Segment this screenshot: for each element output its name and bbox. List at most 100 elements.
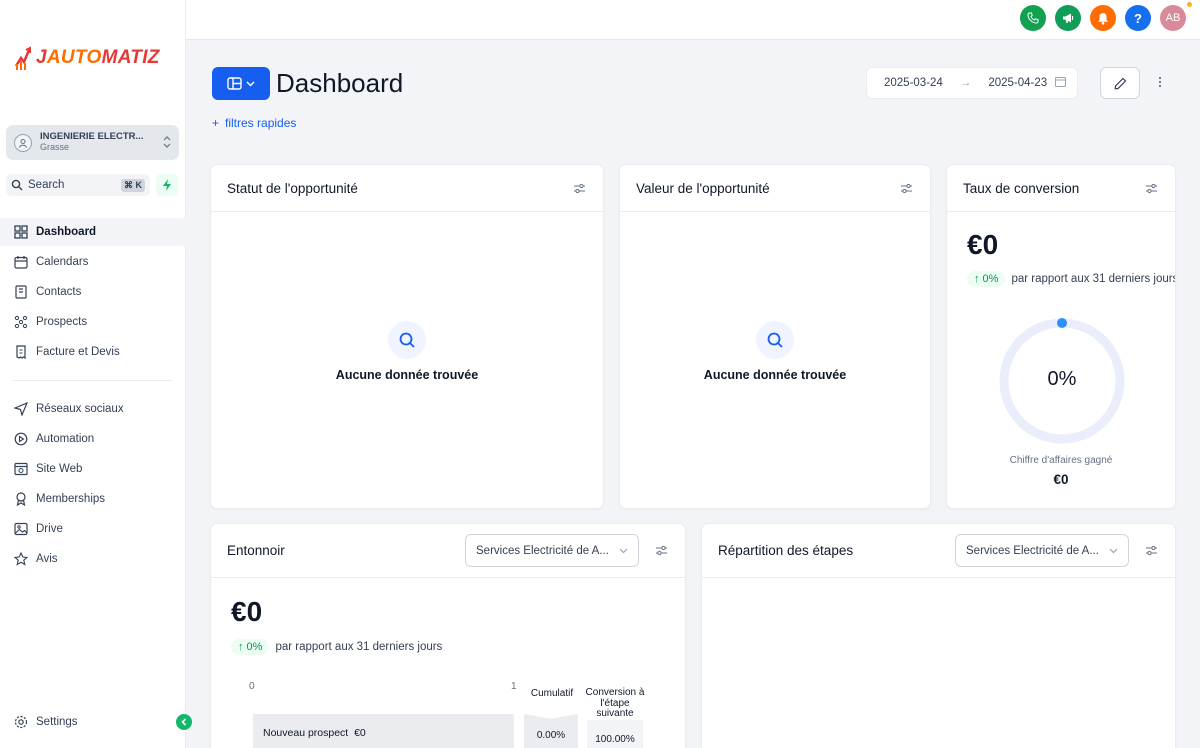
search-empty-icon xyxy=(756,321,794,359)
sidebar-item-label: Prospects xyxy=(36,316,88,328)
logo-j: J xyxy=(36,47,47,68)
pipeline-select-value: Services Electricité de A... xyxy=(966,544,1099,557)
card-settings-button[interactable] xyxy=(1143,180,1159,196)
sidebar-item-label: Contacts xyxy=(36,286,82,298)
account-switcher[interactable]: INGENIERIE ELECTR... Grasse xyxy=(6,125,179,160)
card-title: Taux de conversion xyxy=(963,180,1080,196)
sliders-icon xyxy=(1145,183,1157,193)
sidebar-item-calendars[interactable]: Calendars xyxy=(0,248,186,276)
announcements-button[interactable] xyxy=(1055,5,1081,31)
card-settings-button[interactable] xyxy=(653,543,669,559)
funnel-row-label: Nouveau prospect €0 xyxy=(263,727,366,739)
sidebar-item-dashboard[interactable]: Dashboard xyxy=(0,218,186,246)
sidebar-item-prospects[interactable]: Prospects xyxy=(0,308,186,336)
won-revenue-value: €0 xyxy=(1053,472,1069,487)
chevron-down-icon xyxy=(1109,548,1118,553)
prospects-icon xyxy=(12,314,29,331)
logo-auto: AUTO xyxy=(46,47,102,68)
card-settings-button[interactable] xyxy=(898,180,914,196)
sliders-icon xyxy=(1145,545,1157,556)
question-mark-icon: ? xyxy=(1134,10,1142,26)
funnel-axis-min: 0 xyxy=(249,681,255,692)
card-title: Répartition des étapes xyxy=(718,543,854,558)
quick-filters-button[interactable]: + filtres rapides xyxy=(212,116,296,130)
calendar-icon xyxy=(1055,76,1067,90)
search-icon xyxy=(11,179,23,191)
stage-distribution-card: Répartition des étapes Services Electric… xyxy=(701,523,1176,748)
pipeline-select[interactable]: Services Electricité de A... xyxy=(465,534,639,567)
card-settings-button[interactable] xyxy=(1143,543,1159,559)
account-avatar-icon xyxy=(14,133,32,152)
topbar: ? AB xyxy=(186,0,1200,40)
card-settings-button[interactable] xyxy=(571,180,587,196)
chevron-down-icon xyxy=(619,548,628,553)
funnel-row-conversion: 100.00% xyxy=(595,734,635,745)
status-dot xyxy=(1187,2,1192,7)
sidebar-item-memberships[interactable]: Memberships xyxy=(0,485,186,513)
search-shortcut: ⌘ K xyxy=(121,178,145,192)
funnel-axis-max: 1 xyxy=(511,681,517,692)
date-range-picker[interactable]: 2025-03-24 → 2025-04-23 xyxy=(866,67,1078,99)
sliders-icon xyxy=(900,183,912,193)
chevron-down-icon xyxy=(246,80,255,87)
sidebar-item-drive[interactable]: Drive xyxy=(0,515,186,543)
sidebar-item-label: Settings xyxy=(36,716,78,728)
funnel-card: Entonnoir Services Electricité de A... €… xyxy=(210,523,686,748)
sliders-icon xyxy=(573,183,585,193)
conversion-value: €0 xyxy=(967,229,999,260)
dashboard-switcher-button[interactable] xyxy=(212,67,270,100)
notifications-button[interactable] xyxy=(1090,5,1116,31)
funnel-stage-name: Nouveau prospect xyxy=(263,727,349,739)
contacts-icon xyxy=(12,284,29,301)
brand-logo[interactable]: JAUTOMATIZ xyxy=(14,44,160,72)
sidebar-item-settings[interactable]: Settings xyxy=(0,708,186,736)
logo-matiz: MATIZ xyxy=(101,47,160,68)
conversion-rate-card: Taux de conversion €0 ↑ 0% par rapport a… xyxy=(946,164,1176,509)
sidebar-item-label: Dashboard xyxy=(36,226,97,238)
phone-button[interactable] xyxy=(1020,5,1046,31)
conversion-trend: ↑ 0% par rapport aux 31 derniers jours xyxy=(967,271,1175,287)
opportunity-value-card: Valeur de l'opportunité Aucune donnée tr… xyxy=(619,164,931,509)
trend-badge: ↑ 0% xyxy=(967,271,1006,287)
sidebar-item-avis[interactable]: Avis xyxy=(0,545,186,573)
date-start: 2025-03-24 xyxy=(884,77,943,89)
search-empty-icon xyxy=(388,321,426,359)
won-revenue-label: Chiffre d'affaires gagné xyxy=(1009,455,1113,466)
dashboard-icon xyxy=(12,224,29,241)
automation-icon xyxy=(12,431,29,448)
sidebar-item-facture-et-devis[interactable]: Facture et Devis xyxy=(0,338,186,366)
star-icon xyxy=(12,551,29,568)
edit-dashboard-button[interactable] xyxy=(1100,67,1140,99)
phone-icon xyxy=(1027,12,1039,24)
opportunity-status-card: Statut de l'opportunité Aucune donnée tr… xyxy=(210,164,604,509)
avatar-initials: AB xyxy=(1165,12,1181,24)
dots-vertical-icon xyxy=(1158,76,1162,88)
drive-icon xyxy=(12,521,29,538)
gauge-percent: 0% xyxy=(1047,368,1077,390)
quick-actions-button[interactable] xyxy=(156,174,178,196)
lightning-icon xyxy=(163,179,171,191)
sidebar-item-label: Facture et Devis xyxy=(36,346,120,358)
funnel-stage-value: €0 xyxy=(354,727,366,739)
search-button[interactable]: Search ⌘ K xyxy=(6,174,150,196)
chevron-updown-icon xyxy=(163,135,171,150)
arrow-right-icon: → xyxy=(959,77,972,89)
sidebar-item-contacts[interactable]: Contacts xyxy=(0,278,186,306)
collapse-sidebar-button[interactable] xyxy=(176,714,192,730)
sliders-icon xyxy=(655,545,667,556)
sidebar-item-site-web[interactable]: Site Web xyxy=(0,455,186,483)
help-button[interactable]: ? xyxy=(1125,5,1151,31)
sidebar-divider xyxy=(12,380,173,381)
pipeline-select[interactable]: Services Electricité de A... xyxy=(955,534,1129,567)
account-location: Grasse xyxy=(40,141,70,152)
calendar-icon xyxy=(12,254,29,271)
memberships-icon xyxy=(12,491,29,508)
more-options-button[interactable] xyxy=(1152,72,1168,94)
funnel-trend: ↑ 0% par rapport aux 31 derniers jours xyxy=(231,639,442,655)
sidebar-item-reseaux-sociaux[interactable]: Réseaux sociaux xyxy=(0,395,186,423)
empty-state-text: Aucune donnée trouvée xyxy=(703,368,847,382)
sidebar-item-label: Réseaux sociaux xyxy=(36,403,124,415)
sidebar-item-automation[interactable]: Automation xyxy=(0,425,186,453)
user-avatar[interactable]: AB xyxy=(1160,5,1186,31)
pipeline-select-value: Services Electricité de A... xyxy=(476,544,609,557)
